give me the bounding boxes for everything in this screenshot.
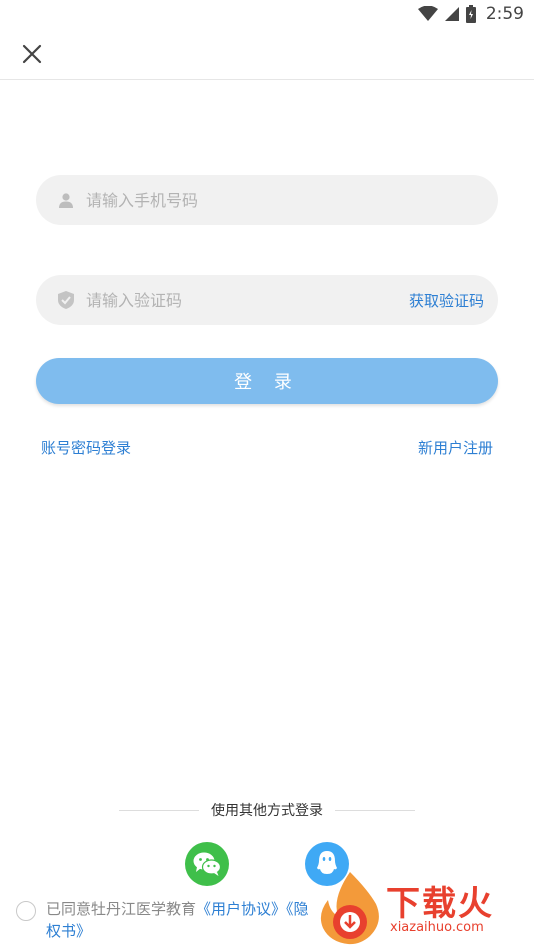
close-icon <box>22 44 42 64</box>
register-link[interactable]: 新用户注册 <box>418 437 493 458</box>
watermark-title: 下载火 <box>386 884 494 924</box>
wechat-icon <box>193 852 222 876</box>
code-field: 获取验证码 <box>36 275 498 325</box>
flame-logo-icon <box>320 872 379 945</box>
close-button[interactable] <box>18 40 46 68</box>
top-bar <box>0 28 534 80</box>
user-agreement-link[interactable]: 《用户协议》 <box>196 900 286 918</box>
watermark-url: xiazaihuo.com <box>390 920 484 935</box>
agreement-prefix: 已同意牡丹江医学教育 <box>46 900 197 918</box>
code-input[interactable] <box>86 275 409 325</box>
phone-input[interactable] <box>86 175 498 225</box>
agree-radio[interactable] <box>16 901 36 921</box>
privacy-link[interactable]: 《隐 <box>286 900 309 918</box>
other-login-divider: 使用其他方式登录 <box>0 800 534 820</box>
divider-line-left <box>119 809 199 811</box>
get-code-button[interactable]: 获取验证码 <box>409 290 484 311</box>
wechat-login-button[interactable] <box>185 842 229 886</box>
privacy-link-tail[interactable]: 权书》 <box>46 922 91 940</box>
phone-field <box>36 175 498 225</box>
login-button[interactable]: 登 录 <box>36 358 498 404</box>
user-icon <box>56 190 76 210</box>
watermark: 下载火 xiazaihuo.com <box>310 868 530 948</box>
status-time: 2:59 <box>485 4 524 24</box>
signal-icon <box>444 7 459 21</box>
password-login-link[interactable]: 账号密码登录 <box>41 437 131 458</box>
battery-icon <box>465 5 476 23</box>
status-bar: 2:59 <box>0 0 534 28</box>
shield-icon <box>56 290 76 310</box>
other-login-label: 使用其他方式登录 <box>211 803 323 819</box>
divider-line-right <box>335 809 415 811</box>
wifi-icon <box>417 6 438 21</box>
